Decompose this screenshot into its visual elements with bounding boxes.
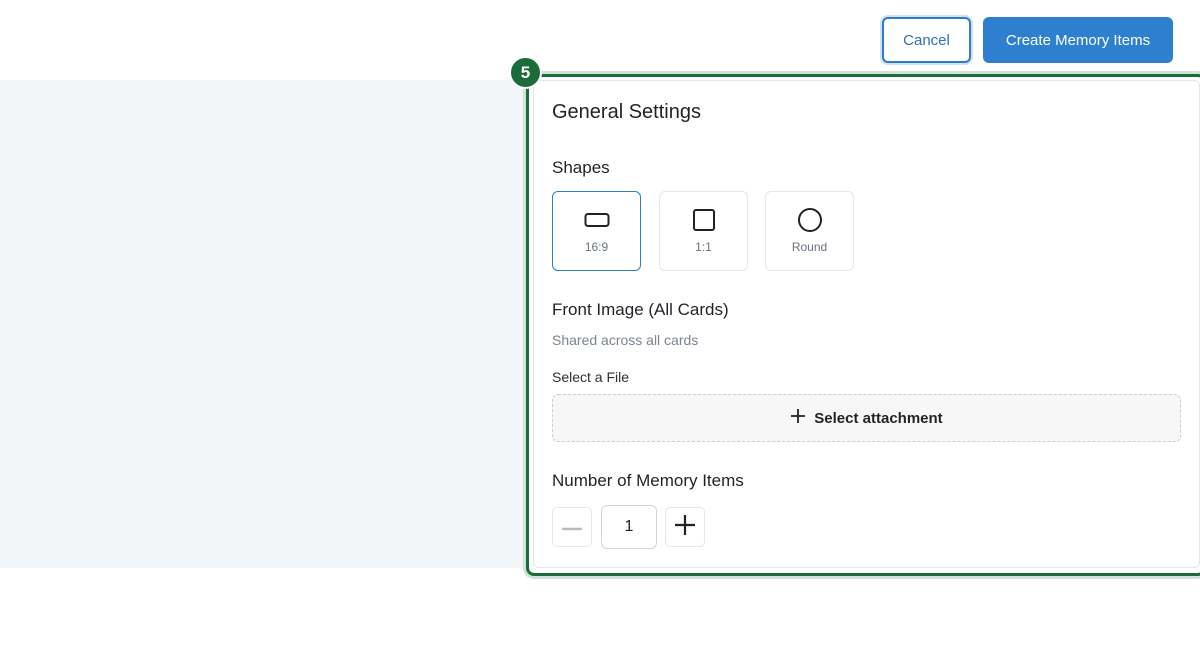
front-image-subtitle: Shared across all cards [552, 332, 699, 348]
shape-label: 1:1 [695, 240, 712, 254]
square-icon [692, 208, 716, 232]
step-badge: 5 [509, 56, 542, 89]
select-file-label: Select a File [552, 369, 630, 385]
minus-icon [562, 518, 582, 536]
plus-icon [674, 514, 696, 541]
general-settings-title: General Settings [552, 101, 701, 123]
cancel-button[interactable]: Cancel [882, 17, 971, 63]
shape-option-1-1[interactable]: 1:1 [659, 191, 748, 271]
shape-label: Round [791, 240, 828, 254]
number-of-memory-items-label: Number of Memory Items [552, 471, 744, 490]
memory-items-count-input[interactable]: 1 [601, 505, 657, 549]
shape-option-round[interactable]: Round [765, 191, 854, 271]
plus-icon [790, 408, 806, 428]
shape-label: 16:9 [584, 240, 609, 254]
increment-button[interactable] [665, 507, 705, 547]
page: Cancel Create Memory Items 5 General Set… [0, 0, 1200, 666]
select-attachment-button[interactable]: Select attachment [552, 394, 1181, 442]
rectangle-icon [584, 208, 610, 232]
create-memory-items-button[interactable]: Create Memory Items [983, 17, 1173, 63]
shapes-label: Shapes [552, 158, 610, 177]
general-settings-card [533, 80, 1200, 568]
select-attachment-label: Select attachment [814, 409, 943, 427]
front-image-label: Front Image (All Cards) [552, 300, 729, 319]
circle-icon [797, 208, 823, 232]
shape-option-16-9[interactable]: 16:9 [552, 191, 641, 271]
left-panel [0, 80, 526, 568]
decrement-button[interactable] [552, 507, 592, 547]
